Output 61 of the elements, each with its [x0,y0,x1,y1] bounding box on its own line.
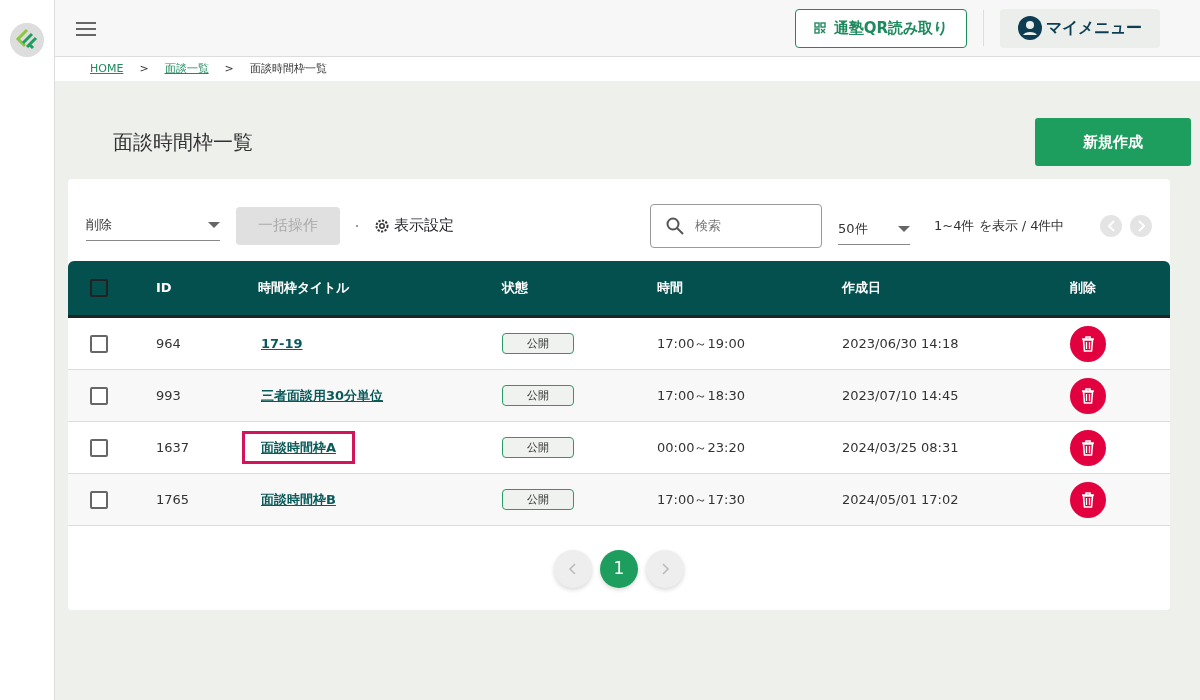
breadcrumb-separator: > [224,60,234,77]
chevron-right-icon [1137,219,1145,232]
column-header: 時間枠タイトル [258,280,349,296]
title-link[interactable]: 面談時間枠B [242,482,355,516]
row-checkbox[interactable] [90,334,108,353]
my-menu-button[interactable]: マイメニュー [1000,8,1160,48]
settings-icon [374,217,390,234]
column-header: 時間 [657,280,683,296]
search-field[interactable]: 検索 [650,203,822,248]
breadcrumb-separator: > [139,60,149,77]
breadcrumb-link[interactable]: 面談一覧 [164,60,209,78]
display-settings-link[interactable]: 表示設定 [374,214,454,237]
per-page-select[interactable]: 50件 [838,214,910,245]
table-cell: 1637 [156,439,190,455]
caret-icon [208,222,220,228]
table-cell: 17:00～18:30 [657,387,745,403]
title-link[interactable]: 三者面談用30分単位 [242,378,403,412]
table-cell: 993 [156,387,181,403]
column-header: 状態 [502,280,528,296]
menu-icon [75,20,97,37]
select-all-checkbox[interactable] [90,279,108,297]
table-cell: 2023/06/30 14:18 [842,335,959,351]
trash-icon [1081,335,1095,352]
delete-button[interactable] [1070,377,1106,414]
table-cell: 17:00～17:30 [657,491,745,507]
bulk-action-select[interactable]: 削除 [86,210,220,241]
row-checkbox[interactable] [90,386,108,405]
delete-button[interactable] [1070,481,1106,518]
delete-button[interactable] [1070,429,1106,466]
table-cell: 2023/07/10 14:45 [842,387,959,403]
column-header: 削除 [1070,280,1096,296]
caret-icon [898,226,910,232]
trash-icon [1081,439,1095,456]
range-text: 1~4件 を表示 / 4件中 [934,216,1065,235]
status-tag: 公開 [502,489,574,510]
trash-icon [1081,491,1095,508]
title-link[interactable]: 17-19 [242,326,322,360]
status-tag: 公開 [502,437,574,458]
delete-button[interactable] [1070,325,1106,362]
search-icon [666,216,684,235]
breadcrumb-link[interactable]: HOME [90,60,124,78]
qr-scan-button[interactable]: 通塾QR読み取り [794,8,967,48]
table-cell: 964 [156,335,181,351]
table-cell: 2024/03/25 08:31 [842,439,959,455]
user-icon [1018,16,1042,40]
title-link[interactable]: 面談時間枠A [242,430,356,464]
column-header: ID [156,280,172,296]
column-header: 作成日 [842,280,881,296]
breadcrumb-current: 面談時間枠一覧 [249,60,327,77]
table-cell: 00:00～23:20 [657,439,745,455]
row-checkbox[interactable] [90,438,108,457]
row-checkbox[interactable] [90,490,108,509]
page-title: 面談時間枠一覧 [113,129,253,156]
qr-code-icon [813,22,826,34]
table-cell: 17:00～19:00 [657,335,745,351]
status-tag: 公開 [502,385,574,406]
status-tag: 公開 [502,333,574,354]
table-cell: 2024/05/01 17:02 [842,491,959,507]
trash-icon [1081,387,1095,404]
chevron-left-icon [1107,219,1115,232]
table-cell: 1765 [156,491,190,507]
